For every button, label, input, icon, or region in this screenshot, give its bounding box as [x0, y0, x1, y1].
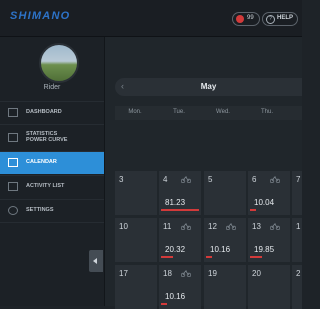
help-button[interactable]: ? HELP — [262, 12, 298, 26]
weekday-label: Tue. — [173, 109, 185, 115]
chart-icon — [8, 133, 18, 142]
calendar-day-cell[interactable]: 10 — [115, 218, 157, 262]
day-number: 18 — [163, 269, 172, 278]
day-number: 12 — [208, 222, 217, 231]
bike-icon — [181, 176, 191, 183]
grid-icon — [8, 108, 18, 117]
weekday-header: Mon. Tue. Wed. Thu. — [115, 106, 302, 120]
day-number: 10 — [119, 222, 128, 231]
bike-icon — [181, 270, 191, 277]
chevron-left-icon — [93, 258, 97, 264]
weekday-label: Wed. — [216, 109, 230, 115]
day-number: 4 — [163, 175, 168, 184]
bike-icon — [270, 176, 280, 183]
question-icon: ? — [266, 15, 275, 24]
distance-bar — [161, 209, 199, 211]
day-number: 20 — [252, 269, 261, 278]
calendar-day-cell[interactable]: 20 — [248, 265, 290, 309]
sidebar-item-statistics[interactable]: STATISTICS POWER CURVE — [0, 124, 104, 151]
sidebar-item-label: CALENDAR — [26, 159, 57, 165]
distance-bar — [161, 256, 173, 258]
calendar-icon — [8, 158, 18, 167]
ride-distance: 20.32 — [165, 245, 186, 254]
calendar-day-cell[interactable]: 17 — [115, 265, 157, 309]
help-label: HELP — [277, 15, 294, 21]
sidebar-item-label: ACTIVITY LIST — [26, 183, 65, 189]
shimano-logo[interactable]: SHIMANO — [10, 10, 70, 22]
calendar-day-cell[interactable]: 13 19.85 — [248, 218, 290, 262]
calendar-day-cell[interactable]: 12 10.16 — [204, 218, 246, 262]
day-number: 11 — [163, 222, 172, 231]
weekday-label: Mon. — [128, 109, 142, 115]
distance-bar — [250, 209, 256, 211]
bike-icon — [226, 223, 236, 230]
weekday-label: Thu. — [260, 109, 273, 115]
day-number: 6 — [252, 175, 257, 184]
bike-icon — [181, 223, 191, 230]
month-selector[interactable]: ‹ May — [115, 78, 302, 96]
sidebar-item-label: SETTINGS — [26, 207, 54, 213]
sidebar-item-activity-list[interactable]: ACTIVITY LIST — [0, 175, 104, 198]
calendar-day-cell[interactable]: 3 — [115, 171, 157, 215]
ride-distance: 10.16 — [165, 292, 186, 301]
day-number: 2 — [296, 269, 301, 278]
day-number: 17 — [119, 269, 128, 278]
alerts-button[interactable]: 99 — [232, 12, 260, 26]
distance-bar — [206, 256, 212, 258]
ride-distance: 19.85 — [254, 245, 275, 254]
distance-bar — [250, 256, 262, 258]
day-number: 1 — [296, 222, 301, 231]
day-number: 3 — [119, 175, 124, 184]
calendar-day-cell[interactable]: 18 10.16 — [159, 265, 201, 309]
day-number: 19 — [208, 269, 217, 278]
user-name: Rider — [43, 84, 61, 91]
calendar-day-cell[interactable]: 2 — [292, 265, 302, 309]
calendar-day-cell[interactable]: 4 81.23 — [159, 171, 201, 215]
alert-icon — [236, 15, 244, 23]
calendar-day-cell[interactable]: 1 — [292, 218, 302, 262]
ride-distance: 10.04 — [254, 198, 275, 207]
calendar-day-cell[interactable]: 11 20.32 — [159, 218, 201, 262]
ride-distance: 10.16 — [210, 245, 231, 254]
list-icon — [8, 182, 18, 191]
sidebar: Rider DASHBOARD STATISTICS POWER CURVE C… — [0, 37, 105, 306]
calendar-day-cell[interactable]: 19 — [204, 265, 246, 309]
calendar-day-cell[interactable]: 6 10.04 — [248, 171, 290, 215]
avatar[interactable] — [39, 43, 79, 83]
gear-icon — [8, 206, 18, 215]
distance-bar — [161, 303, 167, 305]
collapse-sidebar-button[interactable] — [89, 250, 103, 272]
sidebar-item-settings[interactable]: SETTINGS — [0, 199, 104, 223]
day-number: 5 — [208, 175, 213, 184]
bike-icon — [270, 223, 280, 230]
month-label: May — [200, 82, 217, 91]
calendar-day-cell[interactable]: 7 — [292, 171, 302, 215]
sidebar-item-calendar[interactable]: CALENDAR — [0, 151, 104, 174]
sidebar-item-label: DASHBOARD — [26, 109, 62, 115]
sidebar-item-dashboard[interactable]: DASHBOARD — [0, 101, 104, 124]
top-bar: SHIMANO 99 ? HELP — [0, 0, 302, 37]
alerts-count: 99 — [247, 15, 254, 21]
ride-distance: 81.23 — [165, 198, 186, 207]
sidebar-item-label: STATISTICS POWER CURVE — [26, 131, 68, 143]
calendar-day-cell[interactable]: 5 — [204, 171, 246, 215]
day-number: 7 — [296, 175, 301, 184]
day-number: 13 — [252, 222, 261, 231]
